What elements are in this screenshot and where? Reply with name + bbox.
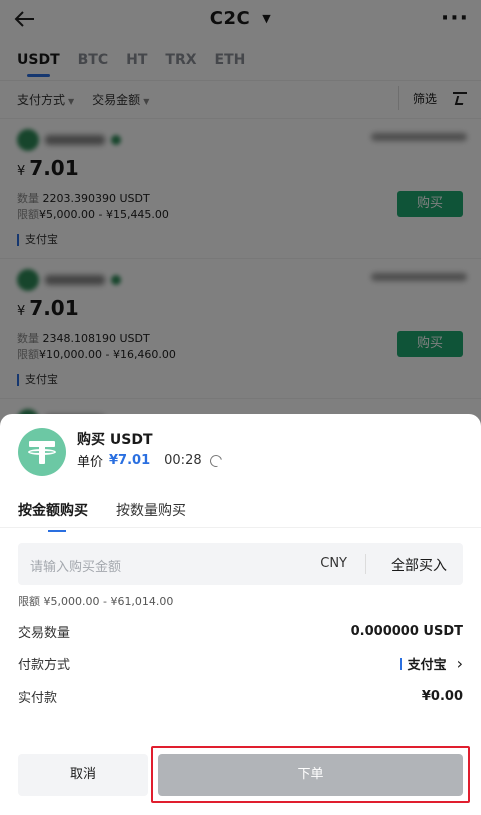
buy-sheet: 购买 USDT 单价 ¥7.01 00:28 按金额购买 按数量购买 请输入购买… [0, 414, 481, 815]
sheet-title: 购买 USDT [77, 432, 153, 448]
currency-label: CNY [320, 556, 347, 571]
unit-price-label: 单价 [77, 455, 104, 470]
trade-quantity-label: 交易数量 [18, 626, 71, 641]
cancel-button[interactable]: 取消 [18, 754, 148, 796]
payment-method-value: 支付宝 [407, 658, 447, 673]
chevron-right-icon: › [456, 654, 463, 673]
payment-method-row[interactable]: 付款方式 支付宝 › [18, 654, 463, 673]
divider [0, 527, 481, 528]
amount-limit: 限额 ¥5,000.00 - ¥61,014.00 [18, 595, 174, 608]
amount-input-placeholder: 请输入购买金额 [30, 560, 122, 575]
payment-method-selector[interactable]: 支付宝 › [399, 654, 463, 673]
actual-payment-value: ¥0.00 [421, 689, 463, 704]
divider [365, 554, 366, 574]
tab-by-quantity[interactable]: 按数量购买 [116, 500, 186, 520]
unit-price: 单价 ¥7.01 00:28 [77, 451, 224, 470]
countdown-timer: 00:28 [164, 453, 202, 468]
actual-payment-row: 实付款 ¥0.00 [18, 687, 463, 706]
trade-quantity-row: 交易数量 0.000000 USDT [18, 622, 463, 641]
refresh-icon [207, 452, 224, 469]
actual-payment-label: 实付款 [18, 691, 58, 706]
buy-mode-tabs: 按金额购买 按数量购买 [18, 500, 186, 532]
trade-quantity-value: 0.000000 USDT [350, 624, 463, 639]
payment-color-bar [399, 657, 402, 670]
buy-all-button[interactable]: 全部买入 [391, 555, 447, 575]
place-order-button[interactable]: 下单 [158, 754, 463, 796]
payment-method-label: 付款方式 [18, 658, 71, 673]
amount-input[interactable]: 请输入购买金额 CNY 全部买入 [18, 543, 463, 585]
tab-by-amount[interactable]: 按金额购买 [18, 500, 88, 532]
usdt-logo-icon [18, 428, 66, 476]
unit-price-value: ¥7.01 [109, 453, 151, 468]
